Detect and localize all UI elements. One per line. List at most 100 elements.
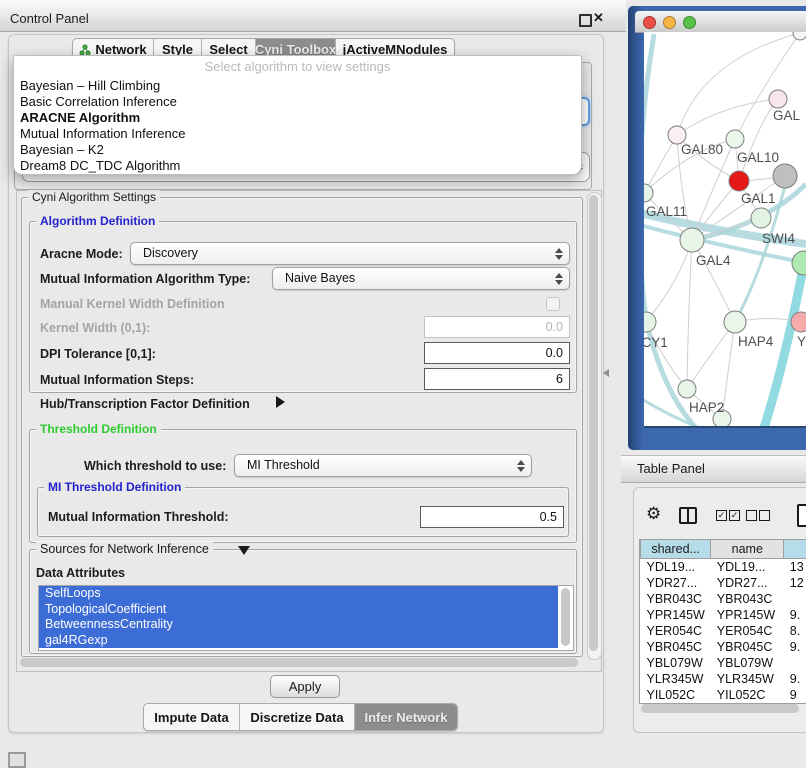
node-label: Y bbox=[797, 334, 806, 349]
network-node[interactable] bbox=[724, 311, 746, 333]
settings-horizontal-scrollbar[interactable] bbox=[20, 658, 578, 667]
table-row[interactable]: YLR345WYLR345W9. bbox=[641, 671, 806, 687]
group-title: Sources for Network Inference bbox=[36, 542, 213, 556]
cyni-bottom-tabbar: Impute Data Discretize Data Infer Networ… bbox=[143, 703, 458, 731]
node-label: GCY1 bbox=[644, 335, 668, 350]
algorithm-option[interactable]: ARACNE Algorithm bbox=[14, 110, 581, 126]
network-node[interactable] bbox=[793, 32, 806, 40]
unchecked-checkbox-icon[interactable] bbox=[746, 510, 757, 521]
algorithm-option[interactable]: Bayesian – K2 bbox=[14, 142, 581, 158]
combo-arrows-icon bbox=[517, 460, 525, 472]
manual-kernel-label: Manual Kernel Width Definition bbox=[40, 297, 225, 311]
settings-vertical-scrollbar[interactable] bbox=[587, 192, 602, 660]
group-title: Algorithm Definition bbox=[36, 214, 159, 228]
table-row[interactable]: YBR043CYBR043C bbox=[641, 591, 806, 607]
export-table-icon[interactable] bbox=[797, 504, 806, 527]
mi-threshold-label: Mutual Information Threshold: bbox=[48, 510, 229, 524]
mi-type-combobox[interactable]: Naive Bayes bbox=[272, 267, 570, 290]
apply-button[interactable]: Apply bbox=[270, 675, 340, 698]
list-scrollbar[interactable] bbox=[561, 588, 570, 646]
expand-right-icon[interactable] bbox=[276, 396, 285, 408]
network-node[interactable] bbox=[792, 251, 806, 275]
network-node[interactable] bbox=[644, 312, 656, 332]
network-node[interactable] bbox=[769, 90, 787, 108]
splitter-arrow-icon[interactable] bbox=[603, 369, 609, 377]
node-label: GAL11 bbox=[646, 204, 687, 219]
collapse-down-icon[interactable] bbox=[238, 546, 250, 555]
kernel-width-field[interactable]: 0.0 bbox=[424, 316, 570, 338]
network-edge bbox=[644, 34, 654, 320]
table-row[interactable]: YPR145WYPR145W9. bbox=[641, 607, 806, 623]
network-edge bbox=[644, 135, 677, 193]
network-node[interactable] bbox=[751, 208, 771, 228]
attribute-list-item[interactable]: SelfLoops bbox=[39, 586, 558, 602]
mi-steps-field[interactable]: 6 bbox=[424, 368, 570, 390]
network-node[interactable] bbox=[729, 171, 749, 191]
network-edge bbox=[646, 240, 692, 322]
table-horizontal-scrollbar[interactable] bbox=[641, 704, 799, 713]
node-label: GAL80 bbox=[681, 142, 723, 157]
dropdown-placeholder: Select algorithm to view settings bbox=[14, 56, 581, 78]
node-label: HAP4 bbox=[738, 334, 774, 349]
column-header[interactable]: name bbox=[711, 540, 784, 559]
control-panel-title: Control Panel bbox=[10, 11, 89, 26]
mi-threshold-field[interactable]: 0.5 bbox=[420, 506, 564, 528]
mac-minimize-icon[interactable] bbox=[663, 16, 676, 29]
combo-arrows-icon bbox=[555, 248, 563, 260]
tab-infer-network[interactable]: Infer Network bbox=[354, 704, 457, 730]
combo-arrows-icon bbox=[555, 273, 563, 285]
network-node[interactable] bbox=[773, 164, 797, 188]
tab-impute-data[interactable]: Impute Data bbox=[144, 704, 239, 730]
column-header[interactable]: shared... bbox=[641, 540, 711, 559]
which-threshold-combobox[interactable]: MI Threshold bbox=[234, 454, 532, 477]
network-edge bbox=[735, 33, 800, 139]
gear-icon[interactable]: ⚙ bbox=[646, 504, 661, 524]
checked-checkbox-icon[interactable]: ✓ bbox=[729, 510, 740, 521]
algorithm-option[interactable]: Bayesian – Hill Climbing bbox=[14, 78, 581, 94]
network-window-titlebar[interactable] bbox=[635, 11, 806, 33]
network-node[interactable] bbox=[791, 312, 806, 332]
algorithm-option[interactable]: Dream8 DC_TDC Algorithm bbox=[14, 158, 581, 174]
node-label: GAL1 bbox=[741, 191, 776, 206]
attribute-list-item[interactable]: TopologicalCoefficient bbox=[39, 602, 558, 618]
hub-section-toggle[interactable]: Hub/Transcription Factor Definition bbox=[40, 397, 250, 411]
node-label: GAL4 bbox=[696, 253, 731, 268]
network-edge bbox=[687, 322, 735, 389]
table-row[interactable]: YBR045CYBR045C9. bbox=[641, 639, 806, 655]
dropdown-item-list: Bayesian – Hill ClimbingBasic Correlatio… bbox=[14, 78, 581, 174]
aracne-mode-combobox[interactable]: Discovery bbox=[130, 242, 570, 265]
attribute-list-item[interactable]: gal4RGexp bbox=[39, 633, 558, 649]
mac-close-icon[interactable] bbox=[643, 16, 656, 29]
hidden-panel-icon[interactable] bbox=[8, 752, 26, 768]
unchecked-checkbox-icon[interactable] bbox=[759, 510, 770, 521]
table-row[interactable]: YBL079WYBL079W bbox=[641, 655, 806, 671]
dpi-tolerance-field[interactable]: 0.0 bbox=[424, 342, 570, 364]
manual-kernel-checkbox[interactable] bbox=[546, 297, 560, 311]
float-window-icon[interactable] bbox=[579, 14, 592, 27]
node-label: GAL10 bbox=[737, 150, 779, 165]
desktop: { "control_panel": { "title": "Control P… bbox=[0, 0, 806, 762]
close-icon[interactable]: ✕ bbox=[593, 10, 604, 26]
attribute-list-item[interactable]: BetweennessCentrality bbox=[39, 617, 558, 633]
checked-checkbox-icon[interactable]: ✓ bbox=[716, 510, 727, 521]
mac-zoom-icon[interactable] bbox=[683, 16, 696, 29]
node-label: HAP2 bbox=[689, 400, 724, 415]
data-attributes-label: Data Attributes bbox=[36, 566, 125, 580]
column-header[interactable] bbox=[784, 540, 806, 559]
table-row[interactable]: YIL052CYIL052C9 bbox=[641, 687, 806, 703]
data-attributes-list[interactable]: SelfLoopsTopologicalCoefficientBetweenne… bbox=[38, 585, 574, 651]
network-node[interactable] bbox=[680, 228, 704, 252]
table-panel-title: Table Panel bbox=[637, 461, 705, 476]
network-node[interactable] bbox=[726, 130, 744, 148]
network-canvas[interactable]: GALGAL80GAL10GAL1GAL11SWI4GAL4GCY1HAP4YH… bbox=[644, 32, 806, 428]
algorithm-option[interactable]: Basic Correlation Inference bbox=[14, 94, 581, 110]
algorithm-dropdown-popup: Select algorithm to view settings Bayesi… bbox=[13, 55, 582, 175]
tab-discretize-data[interactable]: Discretize Data bbox=[239, 704, 354, 730]
table-row[interactable]: YDR27...YDR27...12 bbox=[641, 575, 806, 591]
columns-icon[interactable] bbox=[679, 507, 697, 524]
algorithm-option[interactable]: Mutual Information Inference bbox=[14, 126, 581, 142]
network-node[interactable] bbox=[678, 380, 696, 398]
table-row[interactable]: YDL19...YDL19...13 bbox=[641, 559, 806, 576]
aracne-mode-label: Aracne Mode: bbox=[40, 247, 123, 261]
table-row[interactable]: YER054CYER054C8. bbox=[641, 623, 806, 639]
